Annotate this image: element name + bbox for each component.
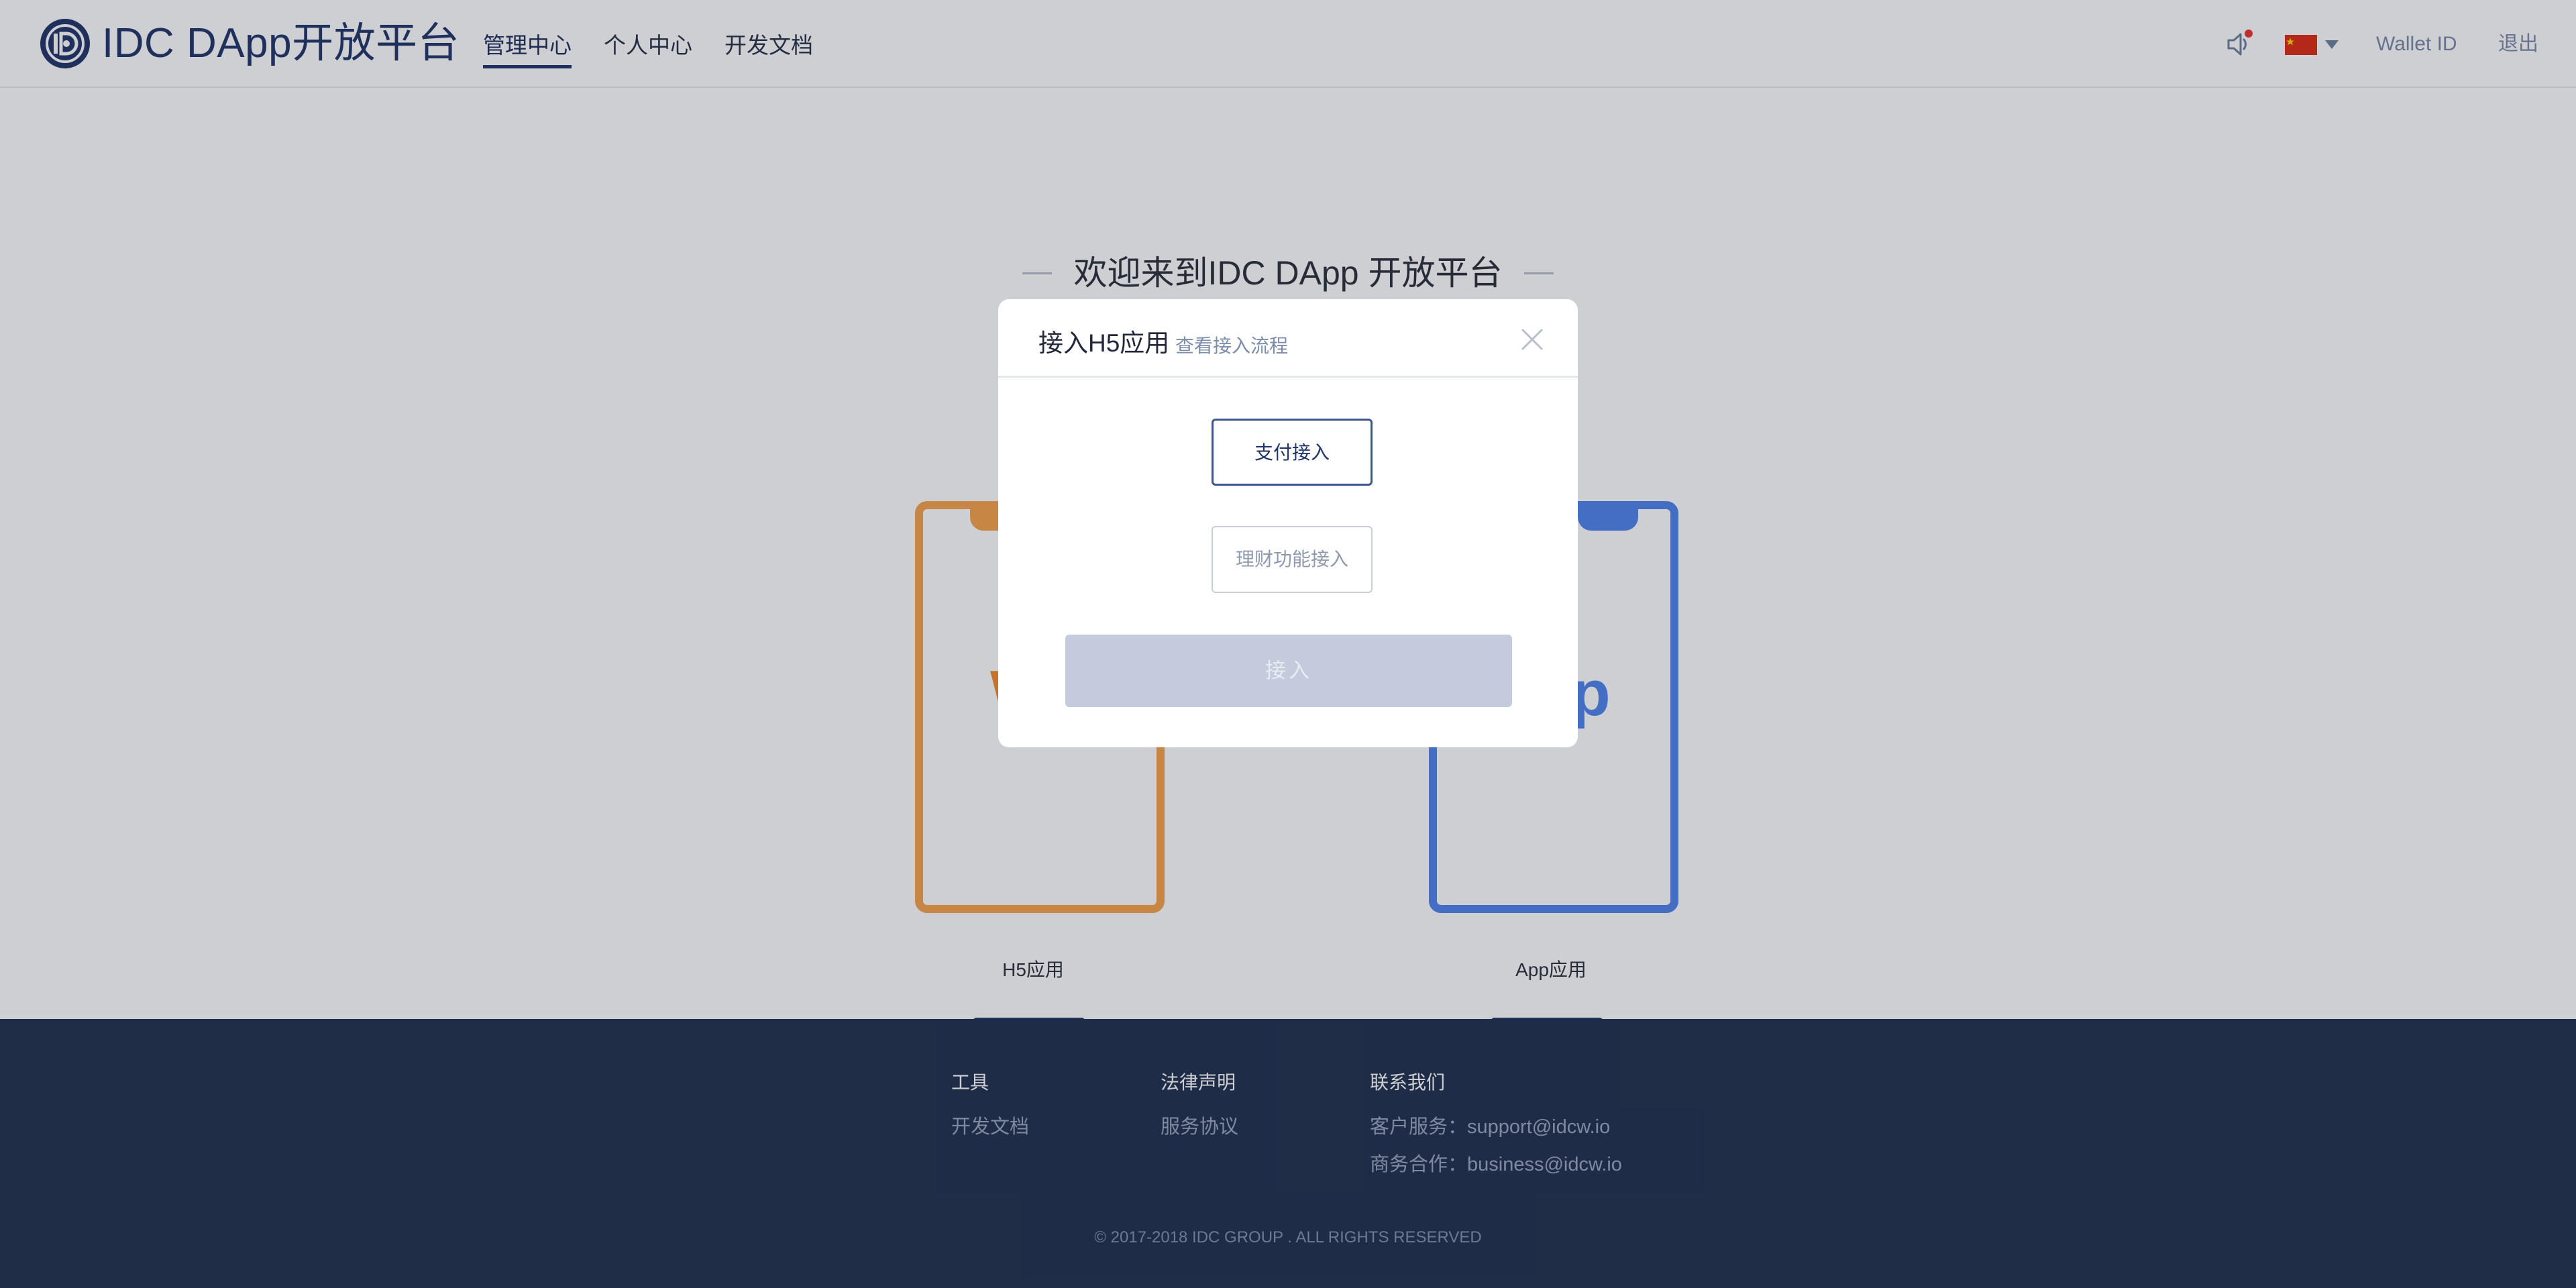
- connect-h5-modal: 接入H5应用 查看接入流程 支付接入 理财功能接入 接入: [998, 299, 1578, 747]
- close-icon[interactable]: [1519, 326, 1546, 353]
- modal-divider: [998, 376, 1578, 378]
- modal-connect-button[interactable]: 接入: [1065, 635, 1512, 707]
- modal-title: 接入H5应用: [1038, 329, 1170, 357]
- view-process-link[interactable]: 查看接入流程: [1175, 326, 1288, 366]
- payment-integration-option[interactable]: 支付接入: [1212, 419, 1373, 486]
- wealth-management-integration-option[interactable]: 理财功能接入: [1212, 526, 1373, 593]
